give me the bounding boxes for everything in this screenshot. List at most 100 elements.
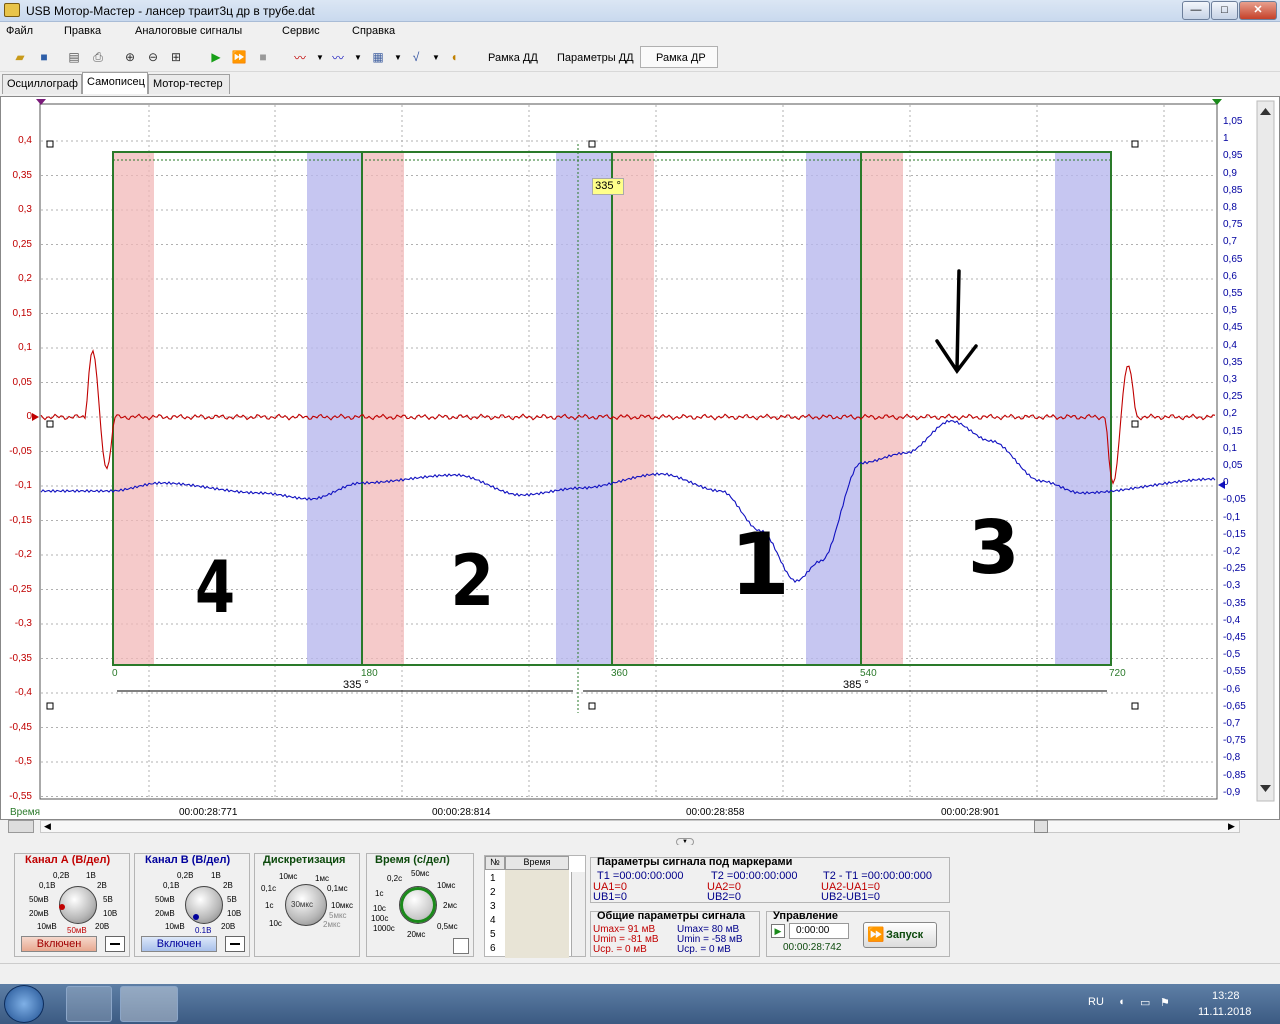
- b-uavg: Uср. = 0 мВ: [677, 944, 731, 955]
- tab-recorder[interactable]: Самописец: [82, 72, 148, 94]
- open-folder-icon[interactable]: ▰: [12, 49, 28, 65]
- zoom-in-icon[interactable]: ⊕: [122, 49, 138, 65]
- channel-b-minus-button[interactable]: [225, 936, 245, 952]
- knob-label: 50мс: [411, 869, 430, 878]
- channel-a-enabled-toggle[interactable]: Включен: [21, 936, 97, 952]
- right-axis-tick: -0,4: [1223, 614, 1241, 626]
- start-button-icon[interactable]: [4, 985, 44, 1023]
- frame-dr-button[interactable]: Рамка ДР: [656, 52, 706, 64]
- plot-area[interactable]: [0, 96, 1280, 820]
- markers-scrollbar[interactable]: [571, 872, 585, 956]
- zoom-out-icon[interactable]: ⊖: [145, 49, 161, 65]
- menu-help[interactable]: Справка: [352, 25, 395, 37]
- channel-a-zero-marker-icon: [32, 413, 39, 421]
- tab-oscilloscope[interactable]: Осциллограф: [2, 74, 82, 94]
- flag-icon[interactable]: ⚑: [1160, 996, 1170, 1009]
- play-icon[interactable]: ▶: [208, 49, 224, 65]
- cyl-1-blue-band: [556, 153, 611, 665]
- channel-b-enabled-toggle[interactable]: Включен: [141, 936, 217, 952]
- sqrt-function-icon[interactable]: √: [408, 49, 424, 65]
- marker-row[interactable]: 2: [490, 887, 496, 898]
- language-indicator[interactable]: RU: [1088, 996, 1104, 1008]
- fast-forward-icon[interactable]: ⏩: [231, 49, 247, 65]
- knob-label: 0,1В: [39, 881, 56, 890]
- channel-a-minus-button[interactable]: [105, 936, 125, 952]
- right-axis-tick: 0,9: [1223, 167, 1237, 179]
- chevron-down-icon[interactable]: ▼: [350, 49, 366, 65]
- signal-a-icon[interactable]: 〰: [292, 49, 308, 65]
- marker-row[interactable]: 1: [490, 873, 496, 884]
- marker-row[interactable]: 6: [490, 943, 496, 954]
- zoom-fit-icon[interactable]: ⊞: [168, 49, 184, 65]
- timebase-zoom-icon[interactable]: [453, 938, 469, 954]
- right-axis-tick: -0,85: [1223, 769, 1246, 781]
- explorer-task-icon[interactable]: [66, 986, 112, 1022]
- knob-label: 20мВ: [155, 909, 175, 918]
- chevron-down-icon[interactable]: ▼: [428, 49, 444, 65]
- signal-chart[interactable]: [1, 97, 1279, 819]
- print-preview-icon[interactable]: ▤: [66, 49, 82, 65]
- chevron-down-icon[interactable]: ▼: [390, 49, 406, 65]
- network-icon[interactable]: ▭: [1140, 996, 1150, 1009]
- knob-label: 20В: [95, 922, 110, 931]
- knob-label: 2В: [97, 881, 107, 890]
- cylinder-number-1: 1: [730, 515, 790, 615]
- start-icon: ⏩: [867, 926, 885, 942]
- params-dd-button[interactable]: Параметры ДД: [557, 52, 634, 64]
- markers-table[interactable]: № Время 1 2 3 4 5 6: [484, 855, 586, 958]
- minimize-button[interactable]: —: [1182, 1, 1210, 20]
- knob-label: 10мВ: [37, 922, 57, 931]
- cyl-2-red-band: [363, 153, 404, 665]
- angle-left-label: 335 °: [343, 679, 369, 691]
- right-axis-tick: 0,2: [1223, 408, 1237, 420]
- maximize-button[interactable]: □: [1211, 1, 1238, 20]
- volume-icon[interactable]: ◖: [1118, 996, 1125, 1008]
- menu-service[interactable]: Сервис: [282, 25, 320, 37]
- right-axis-tick: 0,35: [1223, 356, 1243, 368]
- print-icon[interactable]: ⎙: [90, 49, 106, 65]
- knob-label: 1с: [375, 889, 384, 898]
- close-button[interactable]: ✕: [1239, 1, 1277, 20]
- right-axis-tick: 1,05: [1223, 116, 1243, 127]
- hscroll-thumb[interactable]: [1034, 820, 1048, 833]
- hscroll-track[interactable]: [40, 820, 1240, 833]
- menu-file[interactable]: Файл: [6, 25, 33, 37]
- right-axis-tick: 0,75: [1223, 219, 1243, 231]
- stop-icon[interactable]: ■: [255, 49, 271, 65]
- zoom-buttons[interactable]: [8, 820, 34, 833]
- right-axis-tick: -0,9: [1223, 786, 1241, 798]
- control-group: Управление ▶ 0:00:00 00:00:28:742 Запуск…: [766, 910, 950, 957]
- left-axis-tick: -0,4: [14, 687, 32, 698]
- right-axis-tick: 0,3: [1223, 374, 1237, 385]
- control-title: Управление: [773, 910, 839, 922]
- knob-label: 1мс: [315, 874, 329, 883]
- menu-edit[interactable]: Правка: [64, 25, 101, 37]
- tab-bar: Осциллограф Самописец Мотор-тестер: [0, 72, 1280, 94]
- control-time-input[interactable]: 0:00:00: [789, 923, 849, 939]
- calculator-icon[interactable]: ▦: [370, 49, 386, 65]
- toolbar: ▰ ■ ▤ ⎙ ⊕ ⊖ ⊞ ▶ ⏩ ■ 〰 ▼ 〰 ▼ ▦ ▼ √ ▼ ◖ Ра…: [0, 42, 1280, 72]
- chevron-down-icon[interactable]: ▼: [312, 49, 328, 65]
- left-axis-tick: 0,3: [18, 204, 32, 215]
- horizontal-scrollbar[interactable]: ◀ ▶: [0, 820, 1280, 834]
- right-axis-tick: -0,45: [1223, 632, 1246, 643]
- degree-720: 720: [1109, 668, 1126, 679]
- sound-icon[interactable]: ◖: [446, 49, 462, 65]
- marker-row[interactable]: 4: [490, 915, 496, 926]
- disco-task-icon[interactable]: [120, 986, 178, 1022]
- scroll-left-icon[interactable]: ◀: [44, 821, 51, 832]
- save-icon[interactable]: ■: [36, 49, 52, 65]
- timebase-knob[interactable]: [399, 886, 437, 924]
- marker-row[interactable]: 5: [490, 929, 496, 940]
- menu-analog-signals[interactable]: Аналоговые сигналы: [135, 25, 242, 37]
- frame-dd-button[interactable]: Рамка ДД: [488, 52, 538, 64]
- window-title: USB Мотор-Мастер - лансер траит3ц др в т…: [26, 4, 315, 18]
- control-play-icon[interactable]: ▶: [771, 924, 785, 938]
- channel-b-knob[interactable]: [185, 886, 223, 924]
- scroll-right-icon[interactable]: ▶: [1228, 821, 1235, 832]
- tab-motor-tester[interactable]: Мотор-тестер: [148, 74, 230, 94]
- sampling-title: Дискретизация: [263, 854, 346, 866]
- marker-row[interactable]: 3: [490, 901, 496, 912]
- signal-b-icon[interactable]: 〰: [330, 49, 346, 65]
- time-tick: 00:00:28:814: [432, 807, 491, 818]
